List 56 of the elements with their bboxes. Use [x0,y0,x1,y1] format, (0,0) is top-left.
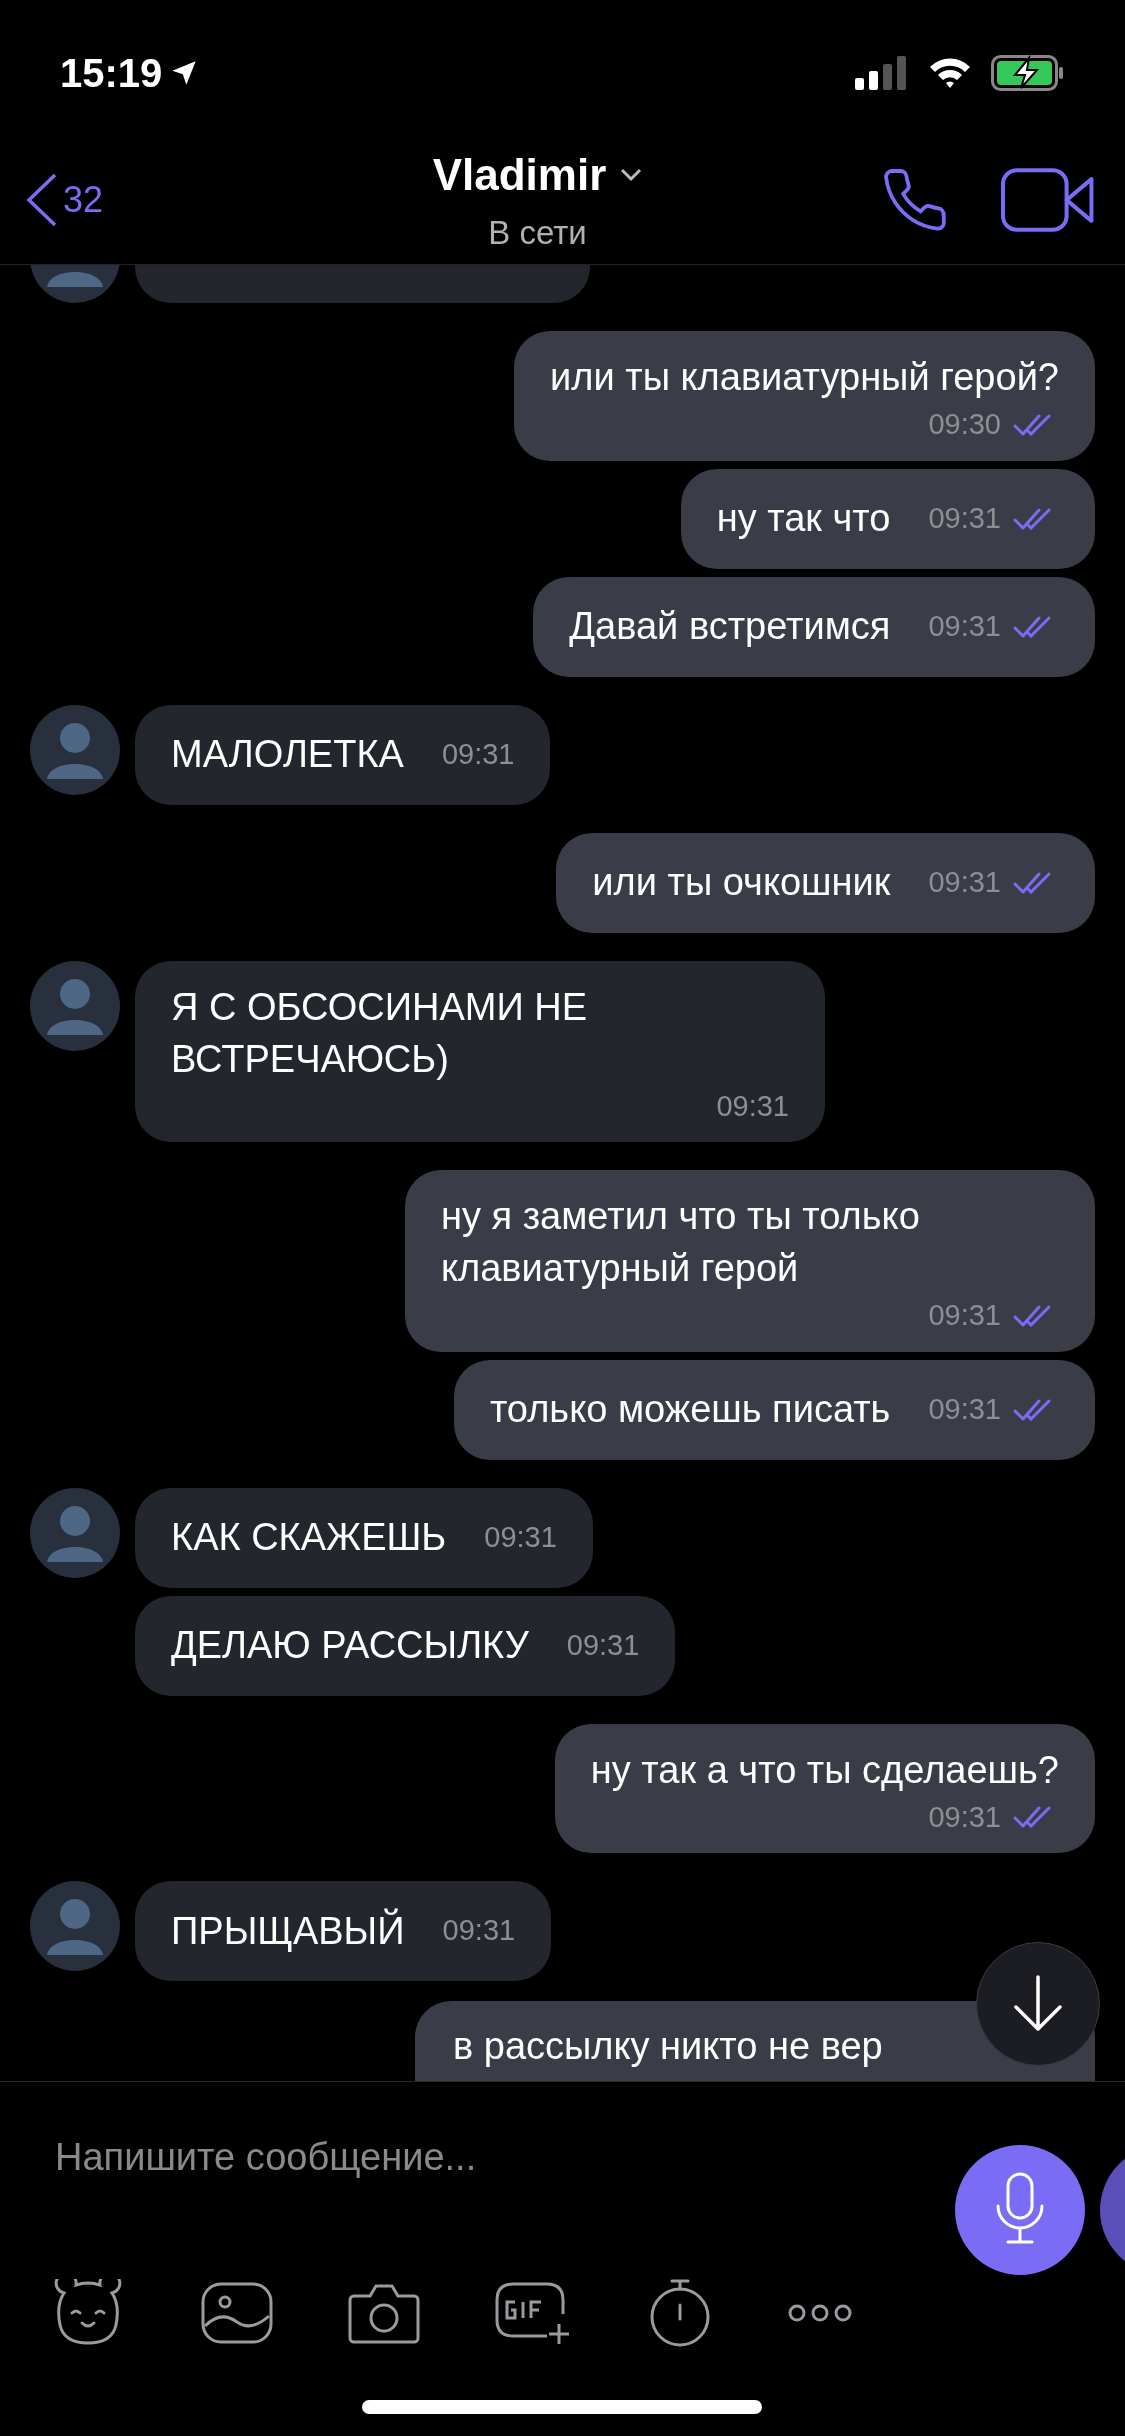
message-text: МАЛОЛЕТКА [171,732,404,777]
message-time: 09:31 [484,1519,557,1555]
message-bubble[interactable]: Я С ОБСОСИНАМИ НЕ ВСТРЕЧАЮСЬ) 09:31 [135,960,825,1142]
avatar-icon[interactable] [30,1487,120,1578]
message-bubble[interactable]: МАЛОЛЕТКА 09:31 [135,704,551,805]
message-text: ну так что [716,496,891,541]
message-time: 09:31 [928,608,1001,644]
contact-name[interactable]: Vladimir [432,141,607,208]
message-bubble[interactable]: только можешь писать 09:31 [453,1359,1095,1460]
signal-icon [855,55,909,90]
message-text: КАК СКАЖЕШЬ [171,1515,447,1560]
message-time: 09:31 [928,500,1001,536]
message-time: 09:31 [928,1391,1001,1427]
timer-icon[interactable] [648,2277,712,2349]
message-time: 09:31 [928,864,1001,900]
message-text: в рассылку никто не вер [453,2025,883,2067]
status-time: 15:19 [60,49,163,97]
message-time: 09:31 [928,1298,1001,1333]
message-time: 09:31 [928,1799,1001,1835]
avatar-icon[interactable] [30,704,120,795]
message-time: 09:31 [716,1088,789,1124]
message-text: ну я заметил что ты только клавиатурный герой [441,1194,921,1291]
message-text: только можешь писать [489,1387,891,1432]
online-status: В сети [488,212,587,253]
camera-icon[interactable] [348,2282,420,2344]
message-bubble[interactable]: ПРЫЩАВЫЙ 09:31 [135,1881,552,1981]
gallery-icon[interactable] [201,2282,273,2344]
avatar-icon[interactable] [30,960,120,1051]
chevron-down-icon[interactable] [620,167,643,182]
message-bubble[interactable]: или ты очкошник 09:31 [556,832,1095,933]
message-time: 09:31 [442,1913,516,1949]
message-text: Я С ОБСОСИНАМИ НЕ ВСТРЕЧАЮСЬ) [171,984,589,1082]
message-text: Давай встретимся [569,604,891,649]
back-button[interactable]: 32 [25,171,195,228]
message-bubble[interactable]: ну так что 09:31 [680,468,1095,569]
message-input[interactable]: Напишите сообщение... [55,2117,915,2197]
message-bubble[interactable]: ну я заметил что ты только клавиатурный герой 09:31 [405,1170,1095,1352]
message-text: или ты клавиатурный герой? [550,355,1059,400]
location-arrow-icon [170,58,199,87]
battery-charging-icon [991,54,1065,91]
message-text: ну так а что ты сделаешь? [590,1747,1059,1793]
message-bubble[interactable]: или ты клавиатурный герой? 09:30 [514,331,1095,461]
back-chevron-icon [25,171,59,228]
message-bubble[interactable]: ДЕЛАЮ РАССЫЛКУ 09:31 [135,1595,676,1696]
message-text: или ты очкошник [592,860,891,905]
video-camera-icon[interactable] [999,166,1095,233]
message-text: ДЕЛАЮ РАССЫЛКУ [171,1623,529,1668]
message-time: 09:30 [928,407,1001,442]
message-time: 09:31 [566,1627,640,1663]
message-time: 09:31 [441,736,515,772]
avatar-icon[interactable] [30,1881,120,1971]
message-text: ПРЫЩАВЫЙ [171,1907,405,1954]
message-bubble[interactable]: Давай встретимся 09:31 [533,576,1095,677]
more-icon[interactable] [787,2303,853,2323]
message-bubble[interactable]: КАК СКАЖЕШЬ 09:31 [135,1487,593,1588]
message-bubble[interactable]: ну так а что ты сделаешь? 09:31 [554,1723,1095,1853]
